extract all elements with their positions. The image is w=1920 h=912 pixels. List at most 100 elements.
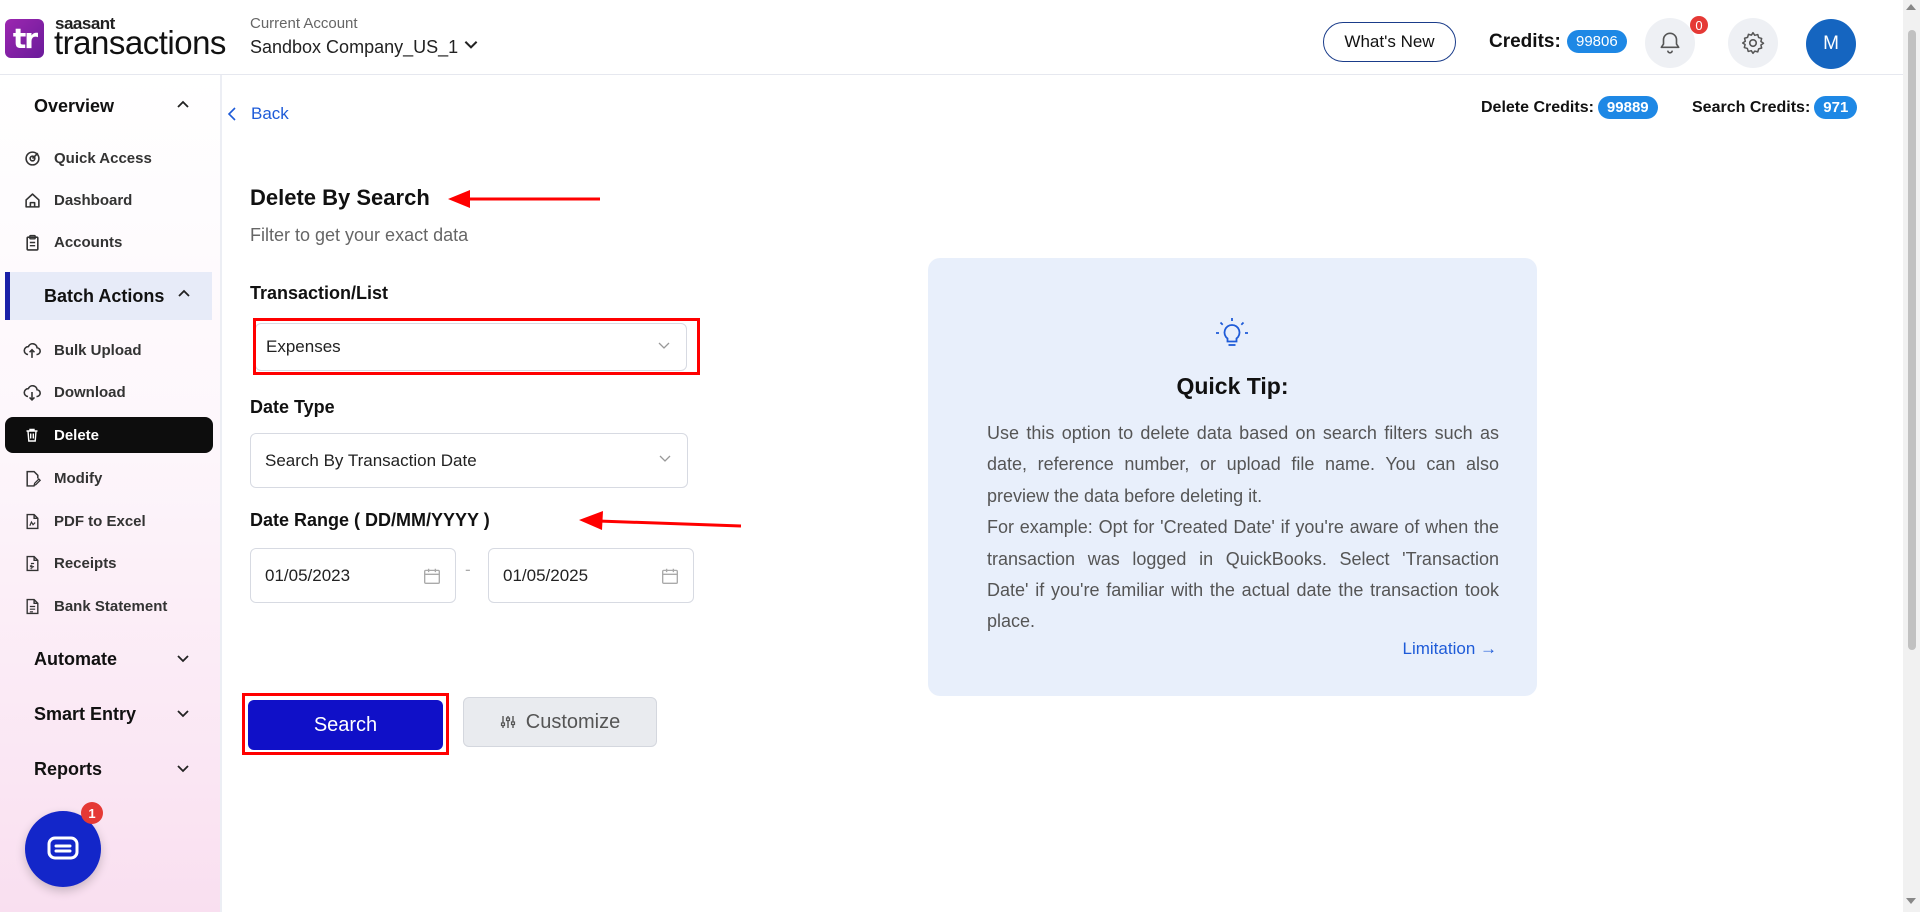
quick-access-icon xyxy=(23,149,41,167)
sidebar-item-label: Bank Statement xyxy=(54,597,168,615)
delete-credits-label: Delete Credits: xyxy=(1481,98,1594,116)
annotation-highlight-box xyxy=(242,693,449,755)
cloud-upload-icon xyxy=(23,341,41,359)
scroll-down-arrow-icon[interactable] xyxy=(1906,898,1916,904)
sidebar-item-label: Dashboard xyxy=(54,191,133,209)
sidebar-section-reports[interactable]: Reports xyxy=(0,746,217,792)
section-label: Reports xyxy=(34,758,103,779)
sidebar-item-label: Bulk Upload xyxy=(54,341,142,359)
back-link[interactable]: Back xyxy=(227,104,289,124)
sidebar-item-pdf-to-excel[interactable]: PDF to Excel xyxy=(5,503,213,539)
cloud-download-icon xyxy=(23,383,41,401)
home-icon xyxy=(23,191,41,209)
date-to-value: 01/05/2025 xyxy=(503,565,589,585)
edit-file-icon xyxy=(23,469,41,487)
sidebar: Overview Quick Access Dashboard Accounts… xyxy=(0,75,222,912)
lightbulb-icon xyxy=(1216,318,1248,346)
sidebar-section-batch-actions[interactable]: Batch Actions xyxy=(5,272,212,320)
credits-badge: 99806 xyxy=(1567,30,1627,53)
bank-statement-icon xyxy=(23,597,41,615)
current-account-label: Current Account xyxy=(250,15,358,32)
page-title: Delete By Search xyxy=(250,185,430,210)
sidebar-item-accounts[interactable]: Accounts xyxy=(5,224,213,260)
date-from-input[interactable]: 01/05/2023 xyxy=(250,548,456,603)
back-label: Back xyxy=(251,104,289,123)
date-range-label: Date Range ( DD/MM/YYYY ) xyxy=(250,510,490,530)
sidebar-section-automate[interactable]: Automate xyxy=(0,636,217,682)
chevron-up-icon xyxy=(178,289,190,297)
date-to-input[interactable]: 01/05/2025 xyxy=(488,548,694,603)
customize-button[interactable]: Customize xyxy=(463,697,657,747)
sidebar-item-label: PDF to Excel xyxy=(54,512,146,530)
date-type-select[interactable]: Search By Transaction Date xyxy=(250,433,688,488)
sidebar-item-label: Accounts xyxy=(54,233,123,251)
scrollbar-thumb[interactable] xyxy=(1908,30,1916,650)
calendar-icon[interactable] xyxy=(423,567,441,585)
search-credits-badge: 971 xyxy=(1814,96,1858,119)
quick-tip-body: Use this option to delete data based on … xyxy=(987,418,1499,638)
chat-unread-badge: 1 xyxy=(81,802,103,824)
chevron-down-icon[interactable] xyxy=(462,35,480,53)
gear-icon xyxy=(1741,31,1765,55)
customize-label: Customize xyxy=(525,710,621,733)
sidebar-item-label: Download xyxy=(54,383,126,401)
chevron-down-icon xyxy=(177,765,189,773)
transaction-list-label: Transaction/List xyxy=(250,283,389,303)
chevron-up-icon xyxy=(177,100,189,108)
sliders-icon xyxy=(500,716,515,728)
user-avatar[interactable]: M xyxy=(1806,19,1856,69)
notifications-button[interactable] xyxy=(1645,18,1695,68)
sidebar-item-delete[interactable]: Delete xyxy=(5,417,213,453)
notification-count-badge: 0 xyxy=(1690,16,1708,34)
sidebar-section-overview[interactable]: Overview xyxy=(0,83,217,129)
search-credits: Search Credits: 971 xyxy=(1692,96,1858,119)
sidebar-item-label: Quick Access xyxy=(54,149,152,167)
annotation-highlight-box xyxy=(253,318,700,375)
sidebar-item-quick-access[interactable]: Quick Access xyxy=(5,140,213,176)
delete-credits: Delete Credits: 99889 xyxy=(1481,96,1658,119)
chevron-down-icon xyxy=(177,655,189,663)
section-label: Overview xyxy=(34,95,115,116)
sidebar-item-label: Modify xyxy=(54,469,103,487)
section-label: Smart Entry xyxy=(34,703,137,724)
sidebar-item-download[interactable]: Download xyxy=(5,374,213,410)
annotation-arrow xyxy=(579,511,742,530)
section-label: Automate xyxy=(34,648,118,669)
receipt-icon: $ xyxy=(23,554,41,572)
date-from-value: 01/05/2023 xyxy=(265,565,351,585)
quick-tip-paragraph: For example: Opt for 'Created Date' if y… xyxy=(987,517,1499,632)
svg-text:$: $ xyxy=(29,564,33,570)
sidebar-item-bulk-upload[interactable]: Bulk Upload xyxy=(5,332,213,368)
chevron-left-icon xyxy=(227,107,236,121)
sidebar-item-modify[interactable]: Modify xyxy=(5,460,213,496)
annotation-arrow xyxy=(448,190,600,208)
chevron-down-icon xyxy=(177,710,189,718)
section-label: Batch Actions xyxy=(44,285,165,306)
pdf-icon xyxy=(23,512,41,530)
delete-credits-badge: 99889 xyxy=(1597,96,1658,119)
date-range-separator: - xyxy=(465,560,471,579)
page-subtitle: Filter to get your exact data xyxy=(250,225,469,245)
date-type-value: Search By Transaction Date xyxy=(265,450,477,470)
sidebar-item-label: Receipts xyxy=(54,554,117,572)
sidebar-item-label: Delete xyxy=(54,426,100,444)
scroll-up-arrow-icon[interactable] xyxy=(1906,4,1916,10)
chat-icon xyxy=(47,836,79,860)
credits-label: Credits: xyxy=(1489,31,1561,52)
account-selector[interactable]: Sandbox Company_US_1 xyxy=(250,37,458,58)
search-credits-label: Search Credits: xyxy=(1692,98,1811,116)
limitation-link[interactable]: Limitation → xyxy=(1403,639,1497,659)
bell-icon xyxy=(1660,32,1680,54)
date-type-label: Date Type xyxy=(250,397,335,417)
sidebar-item-bank-statement[interactable]: Bank Statement xyxy=(5,588,213,624)
logo-mark[interactable]: tr xyxy=(5,19,44,58)
top-bar: tr saasant transactions Current Account … xyxy=(0,0,1903,75)
calendar-icon[interactable] xyxy=(661,567,679,585)
sidebar-item-receipts[interactable]: $ Receipts xyxy=(5,545,213,581)
sidebar-item-dashboard[interactable]: Dashboard xyxy=(5,182,213,218)
sidebar-section-smart-entry[interactable]: Smart Entry xyxy=(0,691,217,737)
whats-new-button[interactable]: What's New xyxy=(1323,22,1456,62)
quick-tip-card: Quick Tip: Use this option to delete dat… xyxy=(928,258,1537,696)
quick-tip-paragraph: Use this option to delete data based on … xyxy=(987,423,1499,506)
settings-button[interactable] xyxy=(1728,18,1778,68)
